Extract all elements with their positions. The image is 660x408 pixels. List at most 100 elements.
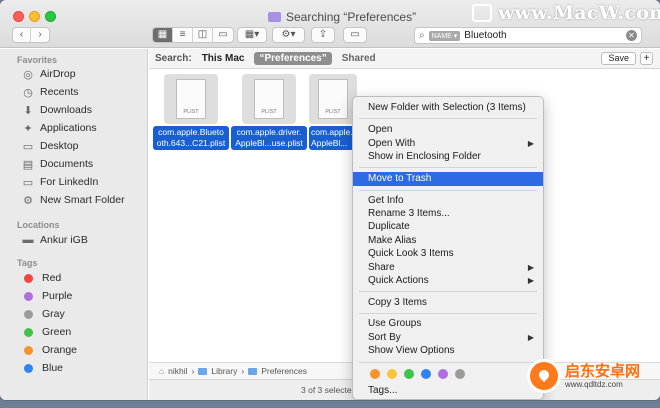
sidebar-item-airdrop[interactable]: ◎ AirDrop xyxy=(22,66,75,82)
folder-icon: ▭ xyxy=(22,176,34,189)
menu-item-share[interactable]: Share ▶ xyxy=(353,261,543,274)
blue-tag-icon xyxy=(24,363,33,373)
sidebar-item-applications[interactable]: ✦ Applications xyxy=(22,120,96,136)
watermark: www.MacW.com xyxy=(472,2,660,24)
submenu-arrow-icon: ▶ xyxy=(527,139,534,148)
chevron-left-icon[interactable]: ‹ xyxy=(13,28,32,42)
menu-separator xyxy=(359,190,537,191)
user-home-icon: ⌂ xyxy=(159,366,165,376)
sidebar-tag-gray[interactable]: Gray xyxy=(22,306,65,322)
path-item[interactable]: Library xyxy=(211,366,237,376)
menu-item-open-with[interactable]: Open With ▶ xyxy=(353,137,543,150)
search-value[interactable]: Bluetooth xyxy=(464,30,506,41)
sidebar-tag-red[interactable]: Red xyxy=(22,270,61,286)
clock-icon: ◷ xyxy=(23,86,33,99)
chevron-right-icon[interactable]: › xyxy=(31,28,49,42)
path-item[interactable]: Preferences xyxy=(261,366,307,376)
gray-tag-dot[interactable] xyxy=(455,369,465,379)
applications-icon: ✦ xyxy=(23,122,33,135)
scope-label: Search: xyxy=(155,53,192,64)
file-item[interactable]: PLIST com.apple. AppleBl... xyxy=(309,74,357,150)
search-token[interactable]: NAME ▾ xyxy=(428,30,461,41)
menu-item-quick-look[interactable]: Quick Look 3 Items xyxy=(353,247,543,260)
menu-item-copy[interactable]: Copy 3 Items xyxy=(353,296,543,309)
window-title: Searching “Preferences” xyxy=(268,10,416,24)
sidebar-item-new-smart-folder[interactable]: ⚙ New Smart Folder xyxy=(22,192,125,208)
menu-item-show-in-enclosing-folder[interactable]: Show in Enclosing Folder xyxy=(353,150,543,163)
red-tag-icon xyxy=(24,273,33,283)
sidebar-item-label: Green xyxy=(42,326,72,338)
sidebar-tag-purple[interactable]: Purple xyxy=(22,288,72,304)
close-button[interactable] xyxy=(13,11,24,22)
search-icon: ⌕ xyxy=(419,30,425,41)
menu-item-get-info[interactable]: Get Info xyxy=(353,194,543,207)
green-tag-dot[interactable] xyxy=(404,369,414,379)
menu-separator xyxy=(359,291,537,292)
menu-item-sort-by[interactable]: Sort By ▶ xyxy=(353,331,543,344)
column-view-icon[interactable]: ◫ xyxy=(193,28,213,42)
gallery-view-icon[interactable]: ▭ xyxy=(213,28,233,42)
group-by-button[interactable]: ▦▾ xyxy=(237,27,267,43)
file-item[interactable]: PLIST com.apple.Blueto oth.643...C21.pli… xyxy=(153,74,229,150)
menu-item-quick-actions[interactable]: Quick Actions ▶ xyxy=(353,274,543,287)
menu-item-duplicate[interactable]: Duplicate xyxy=(353,220,543,233)
smart-folder-icon xyxy=(268,12,281,22)
folder-icon xyxy=(198,367,208,375)
sidebar-item-for-linkedin[interactable]: ▭ For LinkedIn xyxy=(22,174,99,190)
tag-icon: ▭ xyxy=(350,29,360,40)
path-item[interactable]: nikhil xyxy=(168,366,187,376)
gray-tag-icon xyxy=(24,309,33,319)
icon-view-icon[interactable]: ▦ xyxy=(153,28,173,42)
sidebar-item-recents[interactable]: ◷ Recents xyxy=(22,84,78,100)
logo-name: 启东安卓网 xyxy=(565,361,641,380)
blue-tag-dot[interactable] xyxy=(421,369,431,379)
menu-item-open[interactable]: Open xyxy=(353,123,543,136)
file-item[interactable]: PLIST com.apple.driver. AppleBl...use.pl… xyxy=(231,74,307,150)
file-name[interactable]: com.apple.Blueto oth.643...C21.plist xyxy=(153,126,229,150)
sidebar-item-desktop[interactable]: ▭ Desktop xyxy=(22,138,79,154)
sidebar-tag-green[interactable]: Green xyxy=(22,324,71,340)
watermark-text: www.MacW.com xyxy=(498,2,660,24)
sidebar-tag-orange[interactable]: Orange xyxy=(22,342,77,358)
add-criteria-button[interactable]: + xyxy=(640,52,653,65)
clear-search-icon[interactable]: ✕ xyxy=(626,30,637,41)
tag-button[interactable]: ▭ xyxy=(343,27,367,43)
logo-icon xyxy=(527,359,561,393)
purple-tag-dot[interactable] xyxy=(438,369,448,379)
menu-item-use-groups[interactable]: Use Groups xyxy=(353,317,543,330)
menu-separator xyxy=(359,313,537,314)
menu-item-move-to-trash[interactable]: Move to Trash xyxy=(353,172,543,186)
sidebar-item-downloads[interactable]: ⬇ Downloads xyxy=(22,102,92,118)
menu-item-tags[interactable]: Tags... xyxy=(353,384,543,397)
list-view-icon[interactable]: ≡ xyxy=(173,28,193,42)
locations-header: Locations xyxy=(17,220,60,230)
scope-this-mac[interactable]: This Mac xyxy=(202,53,245,64)
group-by-icon: ▦▾ xyxy=(244,29,260,40)
save-search-button[interactable]: Save xyxy=(601,52,636,65)
download-icon: ⬇ xyxy=(23,104,33,117)
sidebar-item-ankur-igb[interactable]: ▬ Ankur iGB xyxy=(22,232,88,248)
menu-item-rename[interactable]: Rename 3 Items... xyxy=(353,207,543,220)
submenu-arrow-icon: ▶ xyxy=(527,333,534,342)
menu-item-show-view-options[interactable]: Show View Options xyxy=(353,344,543,357)
menu-item-new-folder-with-selection[interactable]: New Folder with Selection (3 Items) xyxy=(353,101,543,114)
zoom-button[interactable] xyxy=(45,11,56,22)
submenu-arrow-icon: ▶ xyxy=(527,276,534,285)
gear-folder-icon: ⚙ xyxy=(23,194,33,207)
menu-item-make-alias[interactable]: Make Alias xyxy=(353,234,543,247)
scope-preferences[interactable]: “Preferences” xyxy=(254,52,332,65)
scope-shared[interactable]: Shared xyxy=(342,53,376,64)
yellow-tag-dot[interactable] xyxy=(387,369,397,379)
share-button[interactable]: ⇪ xyxy=(311,27,335,43)
file-name[interactable]: com.apple.driver. AppleBl...use.plist xyxy=(231,126,307,150)
sidebar-tag-blue[interactable]: Blue xyxy=(22,360,63,376)
action-button[interactable]: ⚙▾ xyxy=(272,27,305,43)
file-name[interactable]: com.apple. AppleBl... xyxy=(309,126,357,150)
airdrop-icon: ◎ xyxy=(23,68,33,81)
sidebar-item-documents[interactable]: ▤ Documents xyxy=(22,156,93,172)
minimize-button[interactable] xyxy=(29,11,40,22)
file-name-line: com.apple. xyxy=(311,127,353,137)
search-field[interactable]: ⌕ NAME ▾ Bluetooth ✕ xyxy=(414,27,642,44)
purple-tag-icon xyxy=(24,291,33,301)
orange-tag-dot[interactable] xyxy=(370,369,380,379)
